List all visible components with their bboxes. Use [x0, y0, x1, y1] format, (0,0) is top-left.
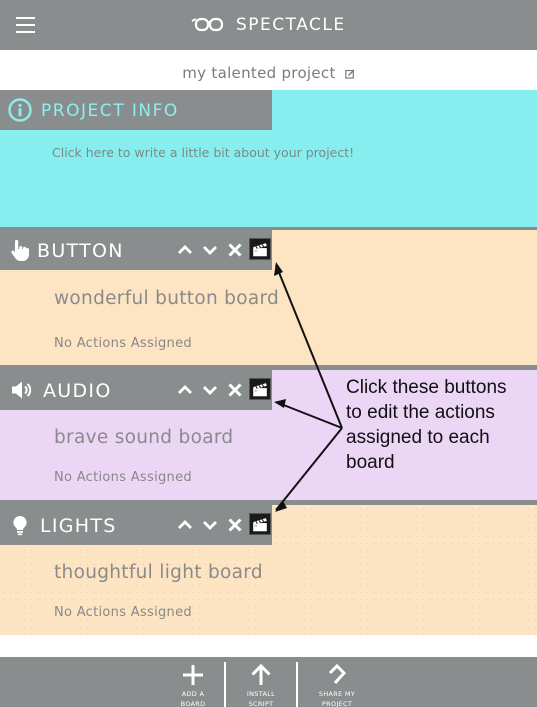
board-button: BUTTON wonderful button board No Actions… — [0, 230, 537, 365]
install-script-button[interactable]: INSTALL SCRIPT — [238, 657, 284, 707]
board-header: AUDIO — [0, 370, 272, 410]
move-up-icon[interactable] — [176, 516, 194, 534]
annotation-text: Click these buttons to edit the actions … — [346, 377, 507, 473]
project-info-title: PROJECT INFO — [41, 101, 179, 121]
delete-board-icon[interactable] — [226, 516, 244, 534]
board-name[interactable]: wonderful button board — [54, 288, 279, 309]
app-logo: SPECTACLE — [191, 13, 346, 37]
clapperboard-icon[interactable] — [249, 378, 271, 400]
plus-icon — [183, 665, 203, 685]
app-title: SPECTACLE — [236, 15, 346, 35]
project-name: my talented project — [182, 64, 336, 82]
toolbar-divider — [224, 662, 226, 707]
board-lights: LIGHTS thoughtful light board No Actions… — [0, 505, 537, 635]
speaker-icon — [12, 381, 32, 399]
delete-board-icon[interactable] — [226, 241, 244, 259]
arrow-up-icon — [251, 663, 271, 685]
project-info-header: PROJECT INFO — [0, 90, 272, 130]
move-up-icon[interactable] — [176, 241, 194, 259]
add-board-label: ADD A BOARD — [180, 690, 206, 707]
move-down-icon[interactable] — [201, 241, 219, 259]
board-header: LIGHTS — [0, 505, 272, 545]
project-title[interactable]: my talented project — [182, 64, 355, 82]
board-actions-status: No Actions Assigned — [54, 336, 192, 351]
move-down-icon[interactable] — [201, 381, 219, 399]
delete-board-icon[interactable] — [226, 381, 244, 399]
install-script-label: INSTALL SCRIPT — [246, 690, 276, 707]
project-title-row: my talented project — [0, 50, 537, 90]
clapperboard-icon[interactable] — [249, 238, 271, 260]
info-icon — [8, 98, 32, 122]
board-type-label: LIGHTS — [40, 515, 117, 537]
board-type-label: BUTTON — [37, 240, 124, 262]
share-project-button[interactable]: SHARE MY PROJECT — [310, 657, 364, 707]
add-board-button[interactable]: ADD A BOARD — [170, 657, 216, 707]
board-type-label: AUDIO — [43, 380, 112, 402]
move-up-icon[interactable] — [176, 381, 194, 399]
board-header: BUTTON — [0, 230, 272, 270]
lightbulb-icon — [13, 515, 27, 536]
move-down-icon[interactable] — [201, 516, 219, 534]
board-actions-status: No Actions Assigned — [54, 605, 192, 620]
edit-icon[interactable] — [344, 69, 355, 79]
toolbar-divider — [296, 662, 298, 707]
board-name[interactable]: thoughtful light board — [54, 562, 263, 583]
clapperboard-icon[interactable] — [249, 513, 271, 535]
share-arrow-icon — [328, 663, 347, 685]
hand-pointer-icon — [11, 239, 29, 261]
menu-icon[interactable] — [16, 17, 35, 33]
board-name[interactable]: brave sound board — [54, 427, 233, 448]
bottom-toolbar: ADD A BOARD INSTALL SCRIPT SHARE MY PROJ… — [0, 657, 537, 707]
app-header: SPECTACLE — [0, 0, 537, 50]
board-actions-status: No Actions Assigned — [54, 470, 192, 485]
project-info-section: PROJECT INFO Click here to write a littl… — [0, 90, 537, 227]
spectacles-icon — [191, 17, 224, 32]
project-description[interactable]: Click here to write a little bit about y… — [52, 145, 354, 160]
share-project-label: SHARE MY PROJECT — [318, 690, 356, 707]
